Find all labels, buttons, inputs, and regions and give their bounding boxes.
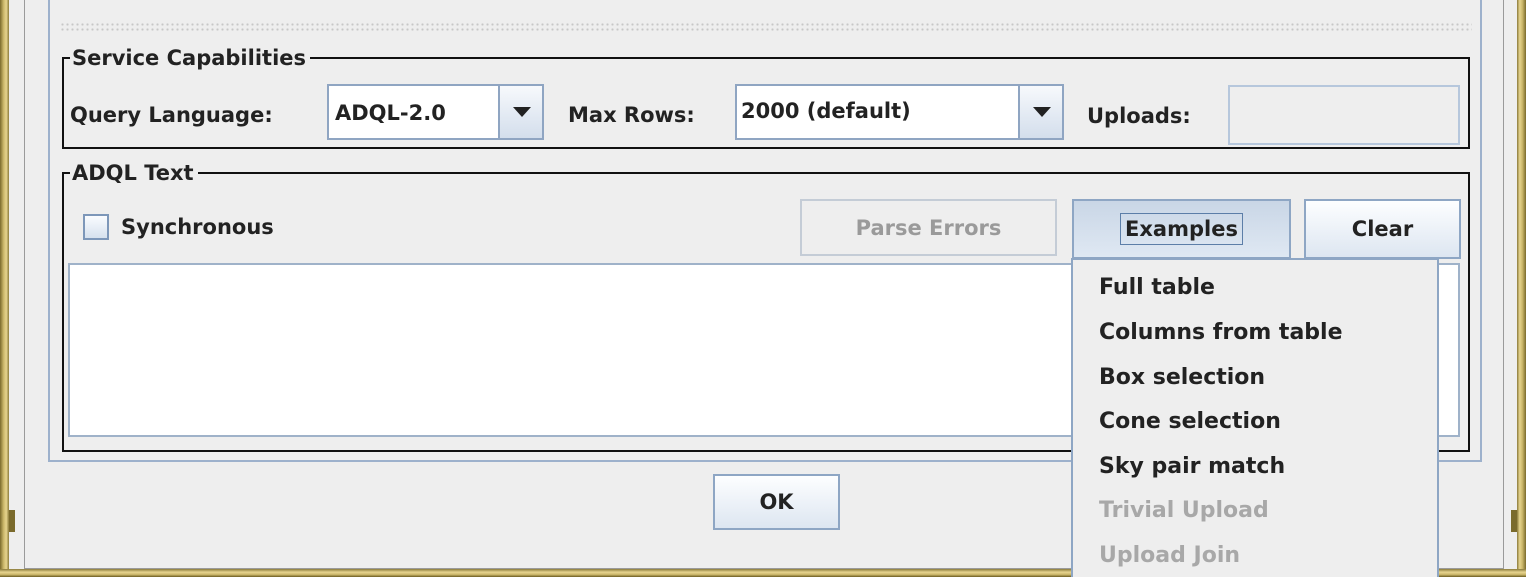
chevron-down-icon — [513, 107, 531, 117]
menu-item-box-selection[interactable]: Box selection — [1099, 363, 1265, 393]
menu-item-trivial-upload: Trivial Upload — [1099, 498, 1269, 523]
chevron-down-icon — [1033, 107, 1051, 117]
clear-label: Clear — [1351, 217, 1414, 241]
parse-errors-button[interactable]: Parse Errors — [800, 199, 1057, 256]
synchronous-checkbox[interactable] — [83, 214, 109, 240]
max-rows-label: Max Rows: — [568, 103, 695, 127]
window-frame-right — [1517, 0, 1526, 577]
examples-label: Examples — [1120, 213, 1243, 245]
clear-button[interactable]: Clear — [1304, 199, 1461, 259]
uploads-field — [1228, 85, 1460, 145]
query-language-select[interactable]: ADQL-2.0 — [327, 84, 544, 140]
window-frame-notch — [9, 510, 15, 532]
max-rows-dropdown-button[interactable] — [1018, 86, 1062, 138]
max-rows-select[interactable]: 2000 (default) — [735, 84, 1064, 140]
ok-button[interactable]: OK — [713, 474, 840, 530]
menu-item-full-table[interactable]: Full table — [1099, 273, 1215, 303]
window-frame-left — [0, 0, 9, 577]
query-language-label: Query Language: — [70, 103, 273, 127]
adql-text-title: ADQL Text — [70, 160, 198, 186]
menu-item-columns-from-table[interactable]: Columns from table — [1099, 318, 1343, 348]
parse-errors-label: Parse Errors — [855, 215, 1002, 240]
synchronous-label[interactable]: Synchronous — [121, 213, 274, 241]
menu-item-cone-selection[interactable]: Cone selection — [1099, 407, 1281, 437]
ok-label: OK — [759, 490, 794, 514]
query-language-value: ADQL-2.0 — [335, 101, 446, 125]
max-rows-value: 2000 (default) — [741, 99, 911, 123]
panel-separator — [60, 22, 1472, 32]
menu-item-upload-join: Upload Join — [1099, 543, 1241, 568]
examples-button[interactable]: Examples — [1072, 199, 1291, 259]
menu-item-sky-pair-match[interactable]: Sky pair match — [1099, 452, 1285, 482]
query-language-dropdown-button[interactable] — [498, 86, 542, 138]
examples-menu: Full table Columns from table Box select… — [1071, 258, 1439, 577]
service-capabilities-title: Service Capabilities — [70, 45, 311, 71]
uploads-label: Uploads: — [1087, 104, 1191, 128]
window-frame-notch — [1511, 510, 1517, 532]
